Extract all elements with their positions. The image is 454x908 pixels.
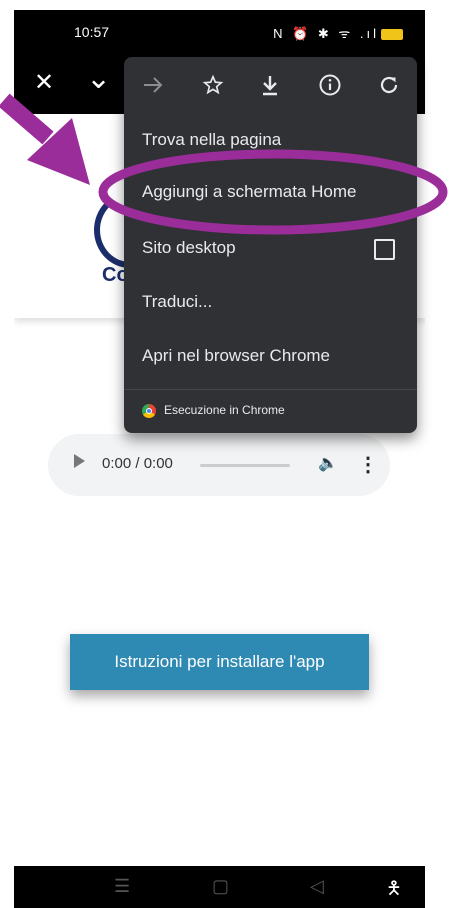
more-options-icon[interactable]: ⋮ bbox=[358, 452, 378, 477]
install-instructions-button[interactable]: Istruzioni per installare l'app bbox=[70, 634, 369, 690]
chevron-down-icon[interactable]: ⌄ bbox=[86, 64, 111, 94]
download-icon[interactable] bbox=[259, 73, 281, 97]
play-icon[interactable] bbox=[74, 454, 85, 468]
info-icon[interactable] bbox=[318, 73, 342, 97]
menu-item-label: Sito desktop bbox=[142, 238, 236, 257]
audio-progress-slider[interactable] bbox=[200, 464, 290, 467]
status-icons: N ⏰ ✱ ᯤ .ıl bbox=[273, 24, 403, 42]
menu-item-label: Apri nel browser Chrome bbox=[142, 346, 331, 365]
refresh-icon[interactable] bbox=[377, 73, 401, 97]
system-nav-bar: ☰ ▢ ◁ 🯅 bbox=[14, 866, 425, 908]
menu-footer-label: Esecuzione in Chrome bbox=[164, 403, 285, 417]
volume-icon[interactable]: 🔈 bbox=[318, 453, 338, 473]
home-icon[interactable]: ▢ bbox=[212, 876, 229, 897]
status-bar: 10:57 N ⏰ ✱ ᯤ .ıl bbox=[14, 10, 425, 56]
close-icon[interactable]: ✕ bbox=[34, 68, 54, 98]
menu-item-translate[interactable]: Traduci... bbox=[124, 277, 417, 329]
status-time: 10:57 bbox=[74, 24, 110, 40]
menu-icon[interactable]: ☰ bbox=[114, 876, 130, 897]
menu-item-label: Trova nella pagina bbox=[142, 130, 282, 149]
back-icon[interactable]: ◁ bbox=[310, 876, 324, 897]
desktop-site-checkbox[interactable] bbox=[374, 239, 395, 260]
menu-divider bbox=[124, 389, 417, 390]
overflow-menu: Trova nella pagina Aggiungi a schermata … bbox=[124, 57, 417, 433]
accessibility-icon[interactable]: 🯅 bbox=[386, 876, 402, 906]
menu-item-desktop-site[interactable]: Sito desktop bbox=[124, 223, 417, 275]
menu-icon-row bbox=[124, 57, 417, 113]
menu-item-find-in-page[interactable]: Trova nella pagina bbox=[124, 115, 417, 167]
battery-icon bbox=[381, 29, 403, 41]
audio-time: 0:00 / 0:00 bbox=[102, 455, 173, 472]
audio-player: 0:00 / 0:00 🔈 ⋮ bbox=[48, 434, 390, 496]
menu-item-open-in-chrome[interactable]: Apri nel browser Chrome bbox=[124, 331, 417, 383]
star-icon[interactable] bbox=[202, 74, 224, 96]
menu-item-label: Traduci... bbox=[142, 292, 213, 311]
status-icon-glyphs: N ⏰ ✱ ᯤ .ıl bbox=[273, 26, 379, 41]
menu-item-add-to-home-screen[interactable]: Aggiungi a schermata Home bbox=[124, 167, 417, 219]
menu-item-label: Aggiungi a schermata Home bbox=[142, 182, 357, 201]
chrome-icon bbox=[142, 403, 156, 418]
menu-footer: Esecuzione in Chrome bbox=[142, 403, 285, 418]
forward-icon[interactable] bbox=[142, 75, 164, 95]
